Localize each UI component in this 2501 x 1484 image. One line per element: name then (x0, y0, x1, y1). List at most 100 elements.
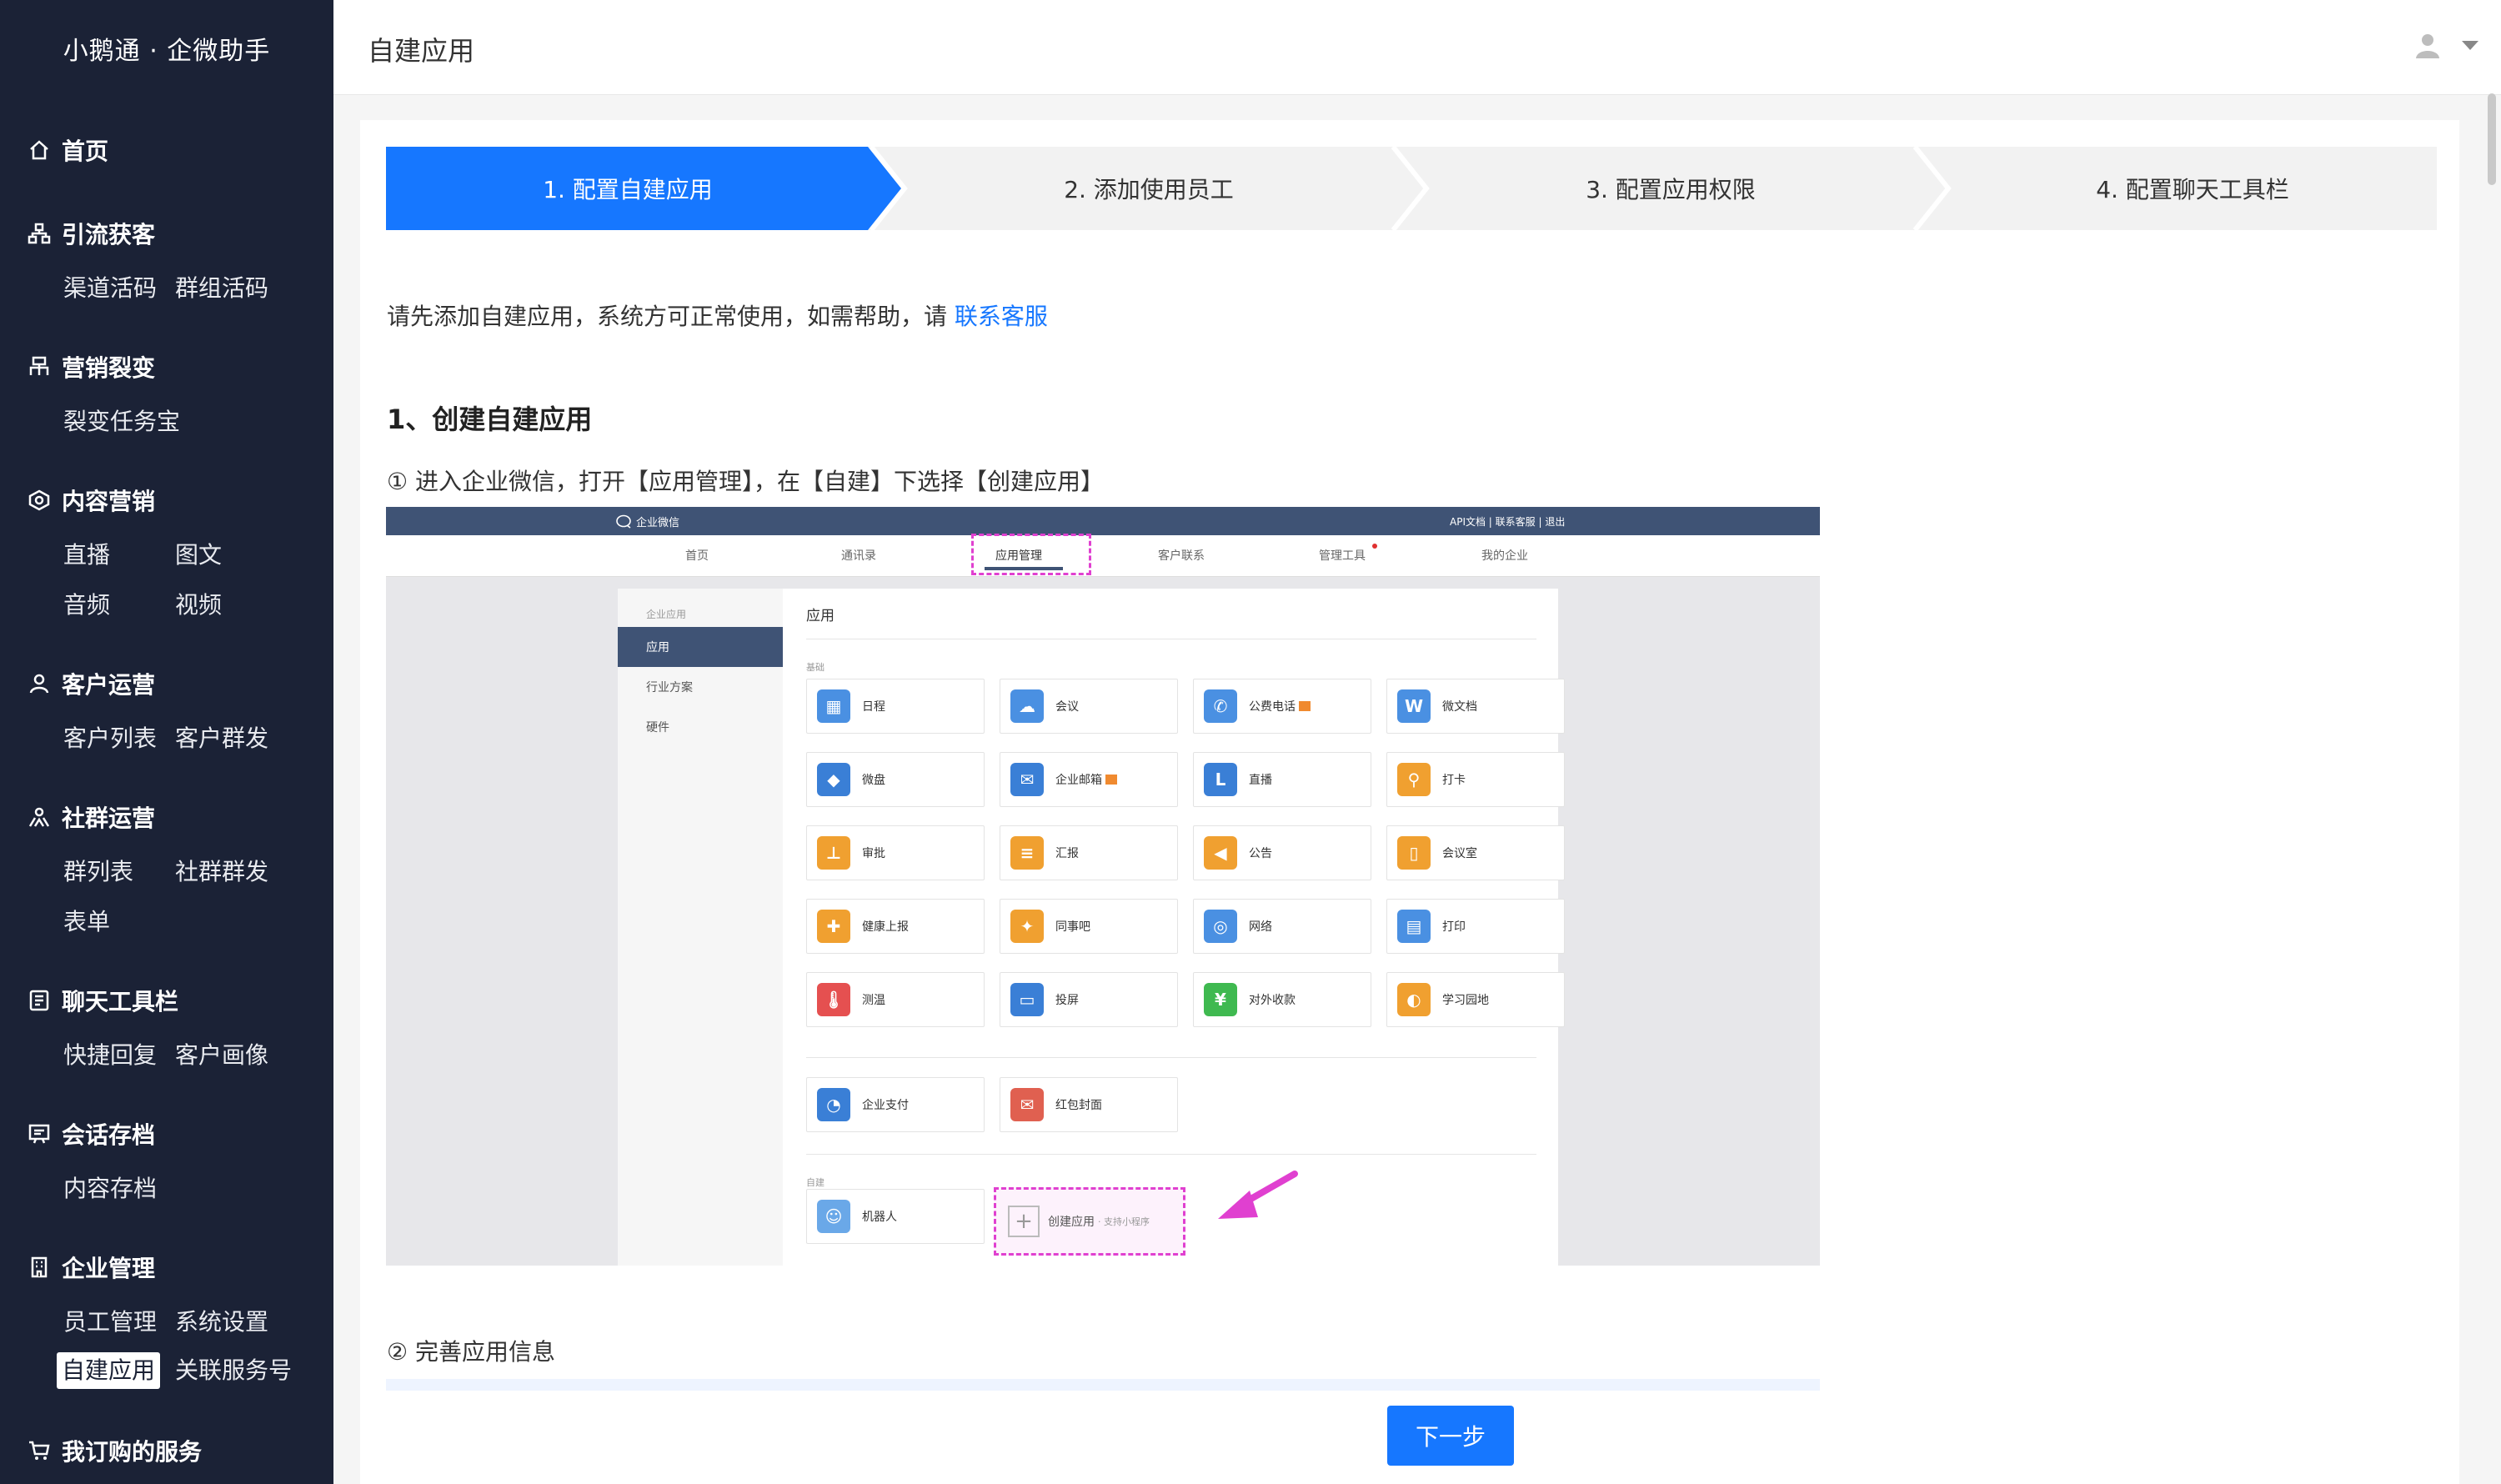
app-label: 审批 (862, 847, 885, 860)
app-icon: ▤ (1397, 910, 1431, 943)
user-menu[interactable] (2413, 30, 2479, 63)
sidebar-item-group-list[interactable]: 群列表 (63, 854, 133, 890)
app-icon: W (1397, 689, 1431, 723)
building-icon (27, 1255, 52, 1280)
sidebar-item-form[interactable]: 表单 (63, 904, 110, 940)
sidebar-item-article[interactable]: 图文 (175, 537, 222, 574)
sidebar-item-my-services[interactable]: 我订购的服务 (27, 1434, 202, 1467)
app-label: 网络 (1249, 920, 1272, 934)
create-app-sublabel: · 支持小程序 (1098, 1216, 1150, 1227)
app-label: 企业邮箱 (1055, 774, 1102, 787)
contact-support-link[interactable]: 联系客服 (955, 303, 1048, 330)
app-label: 红包封面 (1055, 1099, 1102, 1112)
left-menu-hardware: 硬件 (646, 721, 669, 734)
app-tile: ▯ 会议室 (1386, 825, 1565, 880)
robot-icon: ☺ (817, 1200, 850, 1233)
app-icon: ✦ (1010, 910, 1044, 943)
cart-icon (27, 1438, 52, 1463)
sidebar-item-customer-list[interactable]: 客户列表 (63, 720, 157, 757)
app-label: 对外收款 (1249, 994, 1296, 1007)
app-tile: ✦ 同事吧 (1000, 899, 1178, 954)
app-tile: ✚ 健康上报 (806, 899, 985, 954)
app-tile: ⊥ 审批 (806, 825, 985, 880)
app-tile: ¥ 对外收款 (1193, 972, 1371, 1027)
sidebar-item-fission-task[interactable]: 裂变任务宝 (63, 404, 180, 440)
brand-title: 小鹅通 · 企微助手 (63, 37, 271, 66)
app-label: 同事吧 (1055, 920, 1090, 934)
step-4: 4. 配置聊天工具栏 (2096, 176, 2289, 203)
sidebar-label: 营销裂变 (62, 354, 156, 382)
app-tile: ◆ 微盘 (806, 752, 985, 807)
custom-label: 自建 (806, 1177, 824, 1188)
app-icon: L (1204, 763, 1237, 796)
top-header: 自建应用 (333, 0, 2501, 95)
app-icon: ✆ (1204, 689, 1237, 723)
avatar[interactable] (2413, 30, 2443, 63)
app-tile: ▭ 投屏 (1000, 972, 1178, 1027)
app-label: 测温 (862, 994, 885, 1007)
app-tile: ◀ 公告 (1193, 825, 1371, 880)
wecom-logo-icon (616, 514, 631, 529)
section-title: 1、创建自建应用 (387, 404, 593, 435)
sidebar-item-video[interactable]: 视频 (175, 587, 222, 624)
next-step-button[interactable]: 下一步 (1387, 1406, 1514, 1466)
app-icon: ▯ (1397, 836, 1431, 870)
chevron-down-icon[interactable] (2461, 39, 2479, 55)
app-tile: ◎ 网络 (1193, 899, 1371, 954)
wecom-nav-contacts: 通讯录 (841, 549, 876, 563)
sidebar-item-customer-broadcast[interactable]: 客户群发 (175, 720, 268, 757)
app-tile: ✆ 公费电话 (1193, 679, 1371, 734)
app-tile: ▤ 打印 (1386, 899, 1565, 954)
sidebar-item-live[interactable]: 直播 (63, 537, 110, 574)
org-chart-icon (27, 354, 52, 379)
wecom-nav-tools: 管理工具 (1319, 549, 1366, 563)
app-label: 健康上报 (862, 920, 909, 934)
wecom-nav-enterprise: 我的企业 (1481, 549, 1528, 563)
app-icon: ⊥ (817, 836, 850, 870)
app-label: 会议室 (1442, 847, 1477, 860)
sidebar-item-customer-profile[interactable]: 客户画像 (175, 1037, 268, 1074)
app-label: 汇报 (1055, 847, 1079, 860)
app-icon: 🌡 (817, 983, 850, 1016)
new-badge (1105, 775, 1117, 785)
app-label: 会议 (1055, 700, 1079, 714)
scrollbar-thumb[interactable] (2488, 93, 2496, 185)
left-menu-apps: 应用 (646, 641, 669, 654)
sidebar-item-quick-reply[interactable]: 快捷回复 (63, 1037, 157, 1074)
sidebar-item-custom-app[interactable]: 自建应用 (57, 1352, 161, 1389)
step-2: 2. 添加使用员工 (1064, 176, 1234, 203)
app-label: 直播 (1249, 774, 1272, 787)
sidebar-item-staff[interactable]: 员工管理 (63, 1304, 157, 1341)
sidebar-item-audio[interactable]: 音频 (63, 587, 110, 624)
sidebar-item-home[interactable]: 首页 (27, 133, 108, 167)
scrollbar-track[interactable] (2486, 92, 2498, 1392)
app-icon: ▦ (817, 689, 850, 723)
left-menu-title: 企业应用 (646, 609, 687, 620)
sidebar-label: 企业管理 (62, 1255, 156, 1282)
app-tile: ▦ 日程 (806, 679, 985, 734)
app-label: 打印 (1442, 920, 1466, 934)
app-icon: ◎ (1204, 910, 1237, 943)
sidebar-item-linked-account[interactable]: 关联服务号 (175, 1352, 292, 1389)
toolbar-icon (27, 988, 52, 1013)
sidebar-item-group-code[interactable]: 群组活码 (175, 270, 268, 307)
page-title: 自建应用 (368, 35, 475, 67)
create-app-tile: + 创建应用 · 支持小程序 (994, 1187, 1185, 1256)
sidebar-item-channel-code[interactable]: 渠道活码 (63, 270, 157, 307)
plus-icon: + (1008, 1206, 1040, 1237)
new-badge (1299, 701, 1311, 711)
app-tile: ✉ 企业邮箱 (1000, 752, 1178, 807)
sidebar-label: 首页 (62, 138, 109, 165)
app-label: 公告 (1249, 847, 1272, 860)
app-icon: ⚲ (1397, 763, 1431, 796)
app-tile-robot: ☺ 机器人 (806, 1189, 985, 1244)
instruction-step-2: ② 完善应用信息 (387, 1338, 556, 1366)
wecom-logo-text: 企业微信 (636, 517, 680, 529)
app-icon: ¥ (1204, 983, 1237, 1016)
create-app-label: 创建应用 (1048, 1216, 1095, 1229)
sidebar-item-content-archive[interactable]: 内容存档 (63, 1171, 157, 1207)
sidebar-item-settings[interactable]: 系统设置 (175, 1304, 268, 1341)
sidebar-item-group-broadcast[interactable]: 社群群发 (175, 854, 268, 890)
sidebar-section-enterprise: 企业管理 (27, 1251, 155, 1284)
app-tile: ≡ 汇报 (1000, 825, 1178, 880)
